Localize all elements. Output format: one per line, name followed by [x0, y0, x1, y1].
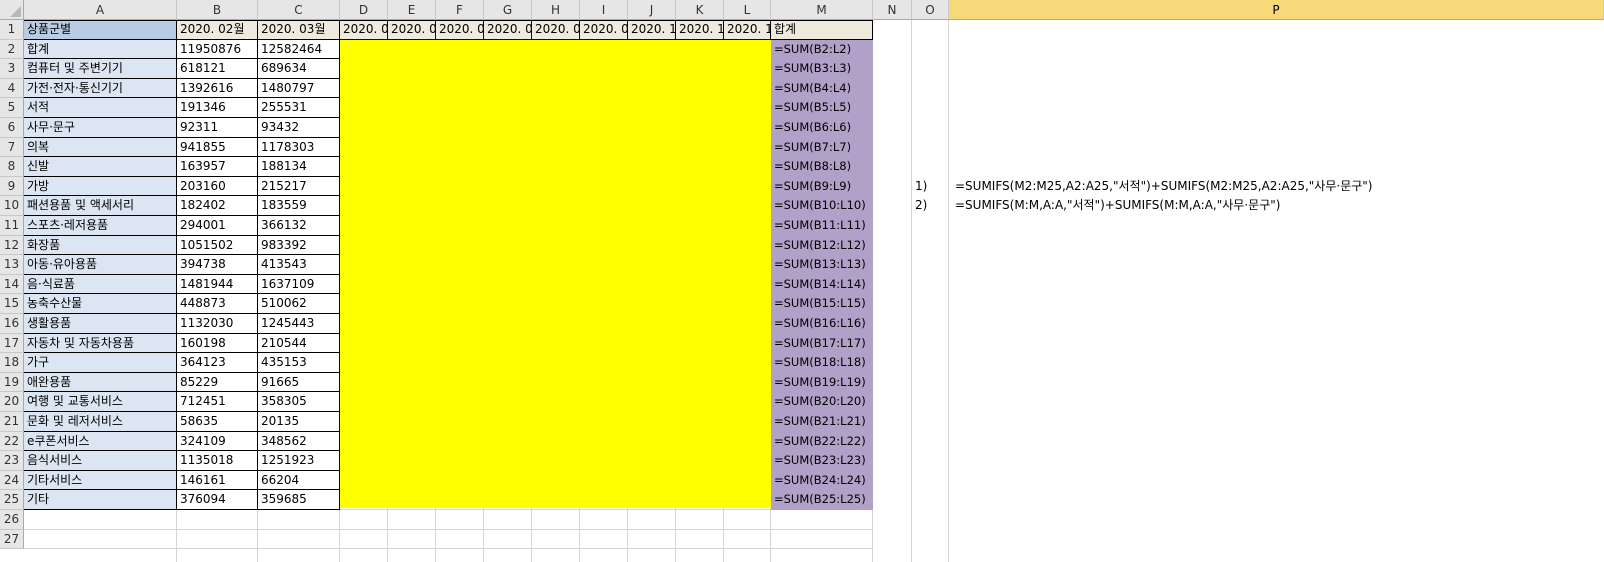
note-formula[interactable]: =SUMIFS(M:M,A:A,"서적")+SUMIFS(M:M,A:A,"사무…: [952, 196, 1592, 216]
column-header-c[interactable]: C: [258, 0, 340, 20]
row-header-14[interactable]: 14: [0, 274, 24, 295]
column-header-k[interactable]: K: [676, 0, 724, 20]
row-header-19[interactable]: 19: [0, 372, 24, 393]
row-header-8[interactable]: 8: [0, 157, 24, 177]
column-header-p[interactable]: P: [949, 0, 1604, 20]
gridline-row: [24, 528, 873, 530]
row-header-13[interactable]: 13: [0, 255, 24, 275]
select-all-corner[interactable]: [0, 0, 24, 20]
row-header-2[interactable]: 2: [0, 39, 24, 60]
row-header-23[interactable]: 23: [0, 451, 24, 471]
column-header-n[interactable]: N: [873, 0, 912, 20]
row-header-16[interactable]: 16: [0, 314, 24, 334]
row-header-7[interactable]: 7: [0, 137, 24, 158]
note-number: 2): [915, 198, 928, 213]
column-header-l[interactable]: L: [724, 0, 771, 20]
gridline-col: [948, 20, 949, 562]
row-header-18[interactable]: 18: [0, 353, 24, 373]
column-header-f[interactable]: F: [436, 0, 484, 20]
column-header-a[interactable]: A: [24, 0, 177, 20]
column-header-d[interactable]: D: [340, 0, 388, 20]
column-header-j[interactable]: J: [628, 0, 676, 20]
row-header-1[interactable]: 1: [0, 20, 24, 40]
column-header-g[interactable]: G: [484, 0, 532, 20]
row-header-27[interactable]: 27: [0, 529, 24, 550]
gridline-row: [24, 548, 873, 550]
row-header-20[interactable]: 20: [0, 392, 24, 412]
row-header-22[interactable]: 22: [0, 431, 24, 452]
note-number: 1): [915, 178, 928, 193]
gridline-col: [911, 20, 912, 562]
row-header-26[interactable]: 26: [0, 510, 24, 530]
note-formula[interactable]: =SUMIFS(M2:M25,A2:A25,"서적")+SUMIFS(M2:M2…: [952, 177, 1592, 197]
row-header-21[interactable]: 21: [0, 412, 24, 432]
row-header-15[interactable]: 15: [0, 294, 24, 314]
row-header-3[interactable]: 3: [0, 59, 24, 79]
row-header-25[interactable]: 25: [0, 490, 24, 510]
row-header-11[interactable]: 11: [0, 216, 24, 236]
row-header-4[interactable]: 4: [0, 78, 24, 99]
row-header-17[interactable]: 17: [0, 333, 24, 354]
row-header-5[interactable]: 5: [0, 98, 24, 118]
data-block-border: [24, 20, 873, 510]
column-header-b[interactable]: B: [177, 0, 258, 20]
column-header-e[interactable]: E: [388, 0, 436, 20]
row-header-24[interactable]: 24: [0, 470, 24, 491]
select-all-icon: [10, 6, 21, 17]
column-header-i[interactable]: I: [580, 0, 628, 20]
row-header-12[interactable]: 12: [0, 235, 24, 256]
row-header-6[interactable]: 6: [0, 118, 24, 138]
row-header-9[interactable]: 9: [0, 176, 24, 197]
column-header-h[interactable]: H: [532, 0, 580, 20]
column-header-o[interactable]: O: [912, 0, 949, 20]
column-header-m[interactable]: M: [771, 0, 873, 20]
row-header-10[interactable]: 10: [0, 196, 24, 216]
spreadsheet[interactable]: A B C D E F G H I J K L M N O P 1 2 3 4 5 6 7 8 9 10 11 12 13 14 15 16 1…: [0, 0, 1604, 562]
